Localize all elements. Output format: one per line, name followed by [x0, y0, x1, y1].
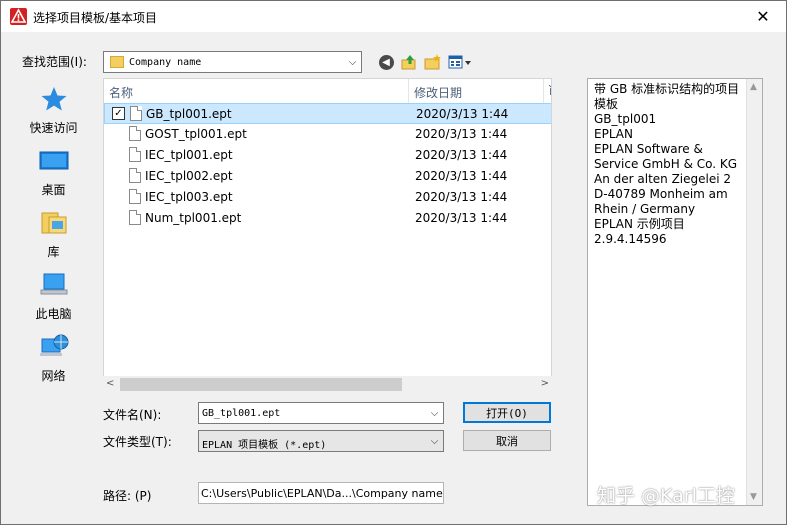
path-field[interactable]: C:\Users\Public\EPLAN\Da...\Company name — [198, 482, 444, 504]
file-date: 2020/3/13 1:44 — [415, 211, 508, 225]
places-bar: 快速访问 桌面 库 此电脑 网络 — [11, 77, 96, 467]
library-icon — [39, 209, 69, 237]
cancel-button[interactable]: 取消 — [463, 430, 551, 451]
back-arrow-icon[interactable]: ◀ — [377, 52, 395, 72]
file-date: 2020/3/13 1:44 — [416, 107, 509, 121]
file-date: 2020/3/13 1:44 — [415, 127, 508, 141]
place-network[interactable]: 网络 — [11, 329, 96, 389]
filename-input[interactable]: GB_tpl001.ept ⌵ — [198, 402, 444, 424]
file-type: E — [550, 211, 551, 225]
filetype-label: 文件类型(T): — [103, 435, 172, 449]
preview-line: An der alten Ziegelei 2 — [594, 172, 732, 186]
desktop-icon — [39, 147, 69, 175]
views-menu-icon[interactable] — [447, 52, 475, 72]
close-icon[interactable]: ✕ — [740, 1, 786, 32]
table-row[interactable]: IEC_tpl002.ept 2020/3/13 1:44 E — [104, 166, 551, 187]
preview-line: 2.9.4.14596 — [594, 232, 667, 246]
preview-line: EPLAN 示例项目 — [594, 217, 685, 231]
new-folder-icon[interactable] — [423, 52, 443, 72]
preview-line: EPLAN — [594, 127, 633, 141]
path-label: 路径: (P) — [103, 489, 152, 503]
file-type: E — [551, 107, 552, 121]
window-title: 选择项目模板/基本项目 — [33, 11, 158, 25]
network-icon — [39, 333, 69, 361]
place-desktop[interactable]: 桌面 — [11, 143, 96, 203]
place-label: 库 — [47, 245, 60, 259]
quick-access-star-icon — [39, 85, 69, 113]
place-label: 此电脑 — [35, 307, 72, 321]
column-header-type[interactable]: ì — [544, 79, 551, 103]
chevron-down-icon[interactable]: ⌵ — [426, 403, 443, 423]
select-template-dialog: 选择项目模板/基本项目 ✕ 查找范围(I): Company name ⌵ ◀ … — [0, 0, 787, 525]
chevron-down-icon: ⌵ — [348, 56, 357, 68]
table-row[interactable]: GOST_tpl001.ept 2020/3/13 1:44 E — [104, 124, 551, 145]
file-date: 2020/3/13 1:44 — [415, 169, 508, 183]
scroll-left-icon[interactable]: < — [106, 378, 114, 389]
table-row[interactable]: Num_tpl001.ept 2020/3/13 1:44 E — [104, 208, 551, 229]
file-name: IEC_tpl001.ept — [145, 148, 233, 162]
checkbox-icon[interactable]: ✓ — [112, 107, 125, 120]
place-library[interactable]: 库 — [11, 205, 96, 265]
look-in-dropdown[interactable]: Company name ⌵ — [103, 51, 362, 73]
file-type: E — [550, 127, 551, 141]
file-name: GOST_tpl001.ept — [145, 127, 247, 141]
eplan-app-icon — [10, 8, 27, 25]
file-type: E — [550, 169, 551, 183]
file-name: GB_tpl001.ept — [146, 107, 232, 121]
this-pc-icon — [39, 271, 69, 299]
preview-line: GB_tpl001 — [594, 112, 657, 126]
preview-line: 带 GB 标准标识结构的项目模板 — [594, 82, 740, 111]
title-bar: 选择项目模板/基本项目 ✕ — [1, 1, 786, 32]
place-label: 桌面 — [41, 183, 66, 197]
chevron-down-icon: ⌵ — [430, 435, 439, 447]
horizontal-scrollbar[interactable]: < > — [103, 376, 552, 393]
file-type: E — [550, 190, 551, 204]
file-type: E — [550, 148, 551, 162]
file-icon — [129, 168, 141, 183]
place-this-pc[interactable]: 此电脑 — [11, 267, 96, 327]
open-button[interactable]: 打开(O) — [463, 402, 551, 423]
template-preview-pane: 带 GB 标准标识结构的项目模板 GB_tpl001 EPLAN EPLAN S… — [587, 78, 763, 506]
scrollbar-thumb[interactable] — [120, 378, 402, 391]
scroll-right-icon[interactable]: > — [541, 378, 549, 389]
table-row[interactable]: IEC_tpl001.ept 2020/3/13 1:44 E — [104, 145, 551, 166]
place-label: 快速访问 — [29, 121, 78, 135]
folder-icon — [110, 56, 124, 68]
table-row[interactable]: IEC_tpl003.ept 2020/3/13 1:44 E — [104, 187, 551, 208]
place-quick-access[interactable]: 快速访问 — [11, 81, 96, 141]
watermark: 知乎 @Karl工控 — [597, 485, 735, 507]
table-row[interactable]: ✓ GB_tpl001.ept 2020/3/13 1:44 E — [104, 103, 552, 124]
file-name: Num_tpl001.ept — [145, 211, 242, 225]
sort-caret-icon: ^ — [252, 78, 260, 86]
file-date: 2020/3/13 1:44 — [415, 148, 508, 162]
look-in-value: Company name — [129, 57, 202, 68]
file-icon — [129, 210, 141, 225]
scroll-down-icon[interactable]: ▼ — [750, 492, 757, 502]
column-header-name-label: 名称 — [109, 86, 134, 100]
preview-text: 带 GB 标准标识结构的项目模板 GB_tpl001 EPLAN EPLAN S… — [594, 82, 746, 247]
file-name: IEC_tpl002.ept — [145, 169, 233, 183]
file-icon — [129, 189, 141, 204]
filename-label: 文件名(N): — [103, 408, 162, 422]
filetype-value: EPLAN 项目模板 (*.ept) — [202, 440, 327, 451]
look-in-label: 查找范围(I): — [22, 55, 87, 69]
filename-value: GB_tpl001.ept — [202, 408, 281, 419]
place-label: 网络 — [41, 369, 66, 383]
preview-scrollbar[interactable]: ▲ ▼ — [746, 79, 762, 505]
filetype-dropdown[interactable]: EPLAN 项目模板 (*.ept) ⌵ — [198, 430, 444, 452]
preview-line: EPLAN Software & Service GmbH & Co. KG — [594, 142, 738, 171]
column-header-date[interactable]: 修改日期 — [409, 79, 544, 103]
scroll-up-icon[interactable]: ▲ — [750, 82, 757, 92]
column-header-name[interactable]: ^ 名称 — [104, 79, 409, 103]
preview-line: D-40789 Monheim am Rhein / Germany — [594, 187, 728, 216]
file-icon — [129, 147, 141, 162]
file-date: 2020/3/13 1:44 — [415, 190, 508, 204]
file-name: IEC_tpl003.ept — [145, 190, 233, 204]
up-folder-icon[interactable] — [400, 52, 418, 72]
file-list[interactable]: ^ 名称 修改日期 ì ✓ GB_tpl001.ept 2020/3/13 1:… — [103, 78, 552, 393]
file-icon — [129, 126, 141, 141]
file-icon — [130, 106, 142, 121]
